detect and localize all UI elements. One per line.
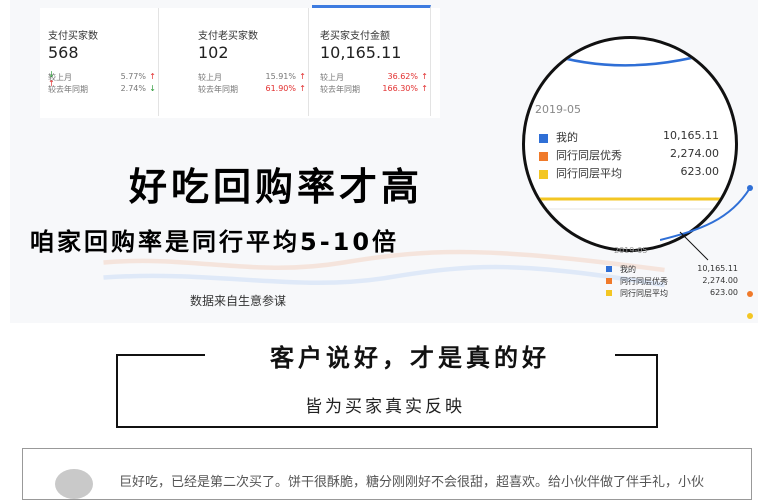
side-arrow-icons: ↓ ↑ bbox=[48, 70, 55, 88]
legend-value: 10,165.11 bbox=[697, 264, 738, 273]
hero-banner: 支付买家数 568 较上月 5.77% ↑ 较去年同期 2.74% ↓ 支付老买… bbox=[10, 0, 758, 323]
legend-label: 同行同层优秀 bbox=[556, 149, 622, 162]
mini-legend-peer-excellent: 同行同层优秀 2,274.00 bbox=[606, 276, 738, 287]
arrow-up-icon: ↑ bbox=[421, 84, 428, 93]
legend-my: 我的 10,165.11 bbox=[539, 129, 729, 145]
review-text: 巨好吃，已经是第二次买了。饼干很酥脆，糖分刚刚好不会很甜，超喜欢。给小伙伴做了伴… bbox=[119, 475, 705, 490]
legend-swatch bbox=[606, 278, 612, 284]
legend-value: 2,274.00 bbox=[702, 276, 738, 285]
legend-swatch bbox=[539, 133, 548, 143]
arrow-up-icon: ↑ bbox=[149, 72, 156, 81]
mini-date: 2019-05 bbox=[614, 246, 648, 255]
stat-card-buyers[interactable]: 支付买家数 568 较上月 5.77% ↑ 较去年同期 2.74% ↓ bbox=[40, 8, 159, 116]
stat-strip: 支付买家数 568 较上月 5.77% ↑ 较去年同期 2.74% ↓ 支付老买… bbox=[40, 5, 440, 118]
stat-yoy-value: 61.90% bbox=[265, 84, 296, 93]
stat-mom-label: 较上月 bbox=[198, 73, 222, 82]
legend-swatch bbox=[539, 169, 548, 179]
stat-yoy-label: 较去年同期 bbox=[198, 85, 238, 94]
stat-yoy-row: 较去年同期 2.74% ↓ bbox=[48, 84, 156, 95]
stat-mom-row: 较上月 15.91% ↑ bbox=[198, 72, 306, 83]
arrow-up-icon: ↑ bbox=[299, 72, 306, 81]
legend-label: 同行同层平均 bbox=[620, 289, 668, 298]
stat-mom-row: 较上月 36.62% ↑ bbox=[320, 72, 428, 83]
stat-yoy-value: 166.30% bbox=[382, 84, 418, 93]
legend-label: 同行同层平均 bbox=[556, 167, 622, 180]
mini-legend-my: 我的 10,165.11 bbox=[606, 264, 738, 275]
legend-swatch bbox=[606, 266, 612, 272]
stat-card-old-buyer-payment[interactable]: 老买家支付金额 10,165.11 较上月 36.62% ↑ 较去年同期 166… bbox=[312, 5, 431, 116]
stat-title: 老买家支付金额 bbox=[320, 31, 390, 42]
subheadline: 咱家回购率是同行平均5-10倍 bbox=[30, 228, 400, 256]
stat-mom-value: 5.77% bbox=[120, 72, 146, 81]
stat-yoy-row: 较去年同期 61.90% ↑ bbox=[198, 84, 306, 95]
stat-value: 568 bbox=[48, 43, 79, 62]
legend-value: 10,165.11 bbox=[663, 129, 719, 142]
section-title: 客户说好，才是真的好 bbox=[205, 338, 615, 373]
legend-label: 我的 bbox=[556, 131, 578, 144]
zoom-date: 2019-05 bbox=[535, 103, 581, 116]
legend-value: 623.00 bbox=[710, 288, 738, 297]
legend-label: 同行同层优秀 bbox=[620, 277, 668, 286]
legend-label: 我的 bbox=[620, 265, 636, 274]
legend-peer-excellent: 同行同层优秀 2,274.00 bbox=[539, 147, 729, 163]
mini-chart-lines bbox=[660, 185, 753, 319]
stat-mom-row: 较上月 5.77% ↑ bbox=[48, 72, 156, 83]
legend-swatch bbox=[539, 151, 548, 161]
legend-value: 623.00 bbox=[680, 165, 720, 178]
source-note: 数据来自生意参谋 bbox=[190, 294, 287, 308]
legend-swatch bbox=[606, 290, 612, 296]
legend-peer-average: 同行同层平均 623.00 bbox=[539, 165, 729, 181]
section-subtitle: 皆为买家真实反映 bbox=[305, 397, 465, 417]
arrow-up-icon: ↑ bbox=[299, 84, 306, 93]
stat-mom-value: 15.91% bbox=[265, 72, 296, 81]
stat-mom-label: 较上月 bbox=[320, 73, 344, 82]
stat-value: 10,165.11 bbox=[320, 43, 402, 62]
stat-value: 102 bbox=[198, 43, 229, 62]
stat-card-old-buyers[interactable]: 支付老买家数 102 较上月 15.91% ↑ 较去年同期 61.90% ↑ bbox=[190, 8, 309, 116]
legend-value: 2,274.00 bbox=[670, 147, 719, 160]
stat-title: 支付买家数 bbox=[48, 31, 98, 42]
avatar bbox=[55, 469, 93, 499]
stat-yoy-label: 较去年同期 bbox=[320, 85, 360, 94]
headline: 好吃回购率才高 bbox=[128, 165, 423, 209]
mini-legend-peer-average: 同行同层平均 623.00 bbox=[606, 288, 738, 299]
stat-yoy-row: 较去年同期 166.30% ↑ bbox=[320, 84, 428, 95]
arrow-up-icon: ↑ bbox=[421, 72, 428, 81]
review-card: 巨好吃，已经是第二次买了。饼干很酥脆，糖分刚刚好不会很甜，超喜欢。给小伙伴做了伴… bbox=[22, 448, 752, 500]
stat-yoy-value: 2.74% bbox=[120, 84, 146, 93]
arrow-down-icon: ↓ bbox=[149, 84, 156, 93]
stat-mom-value: 36.62% bbox=[387, 72, 418, 81]
stat-title: 支付老买家数 bbox=[198, 31, 258, 42]
